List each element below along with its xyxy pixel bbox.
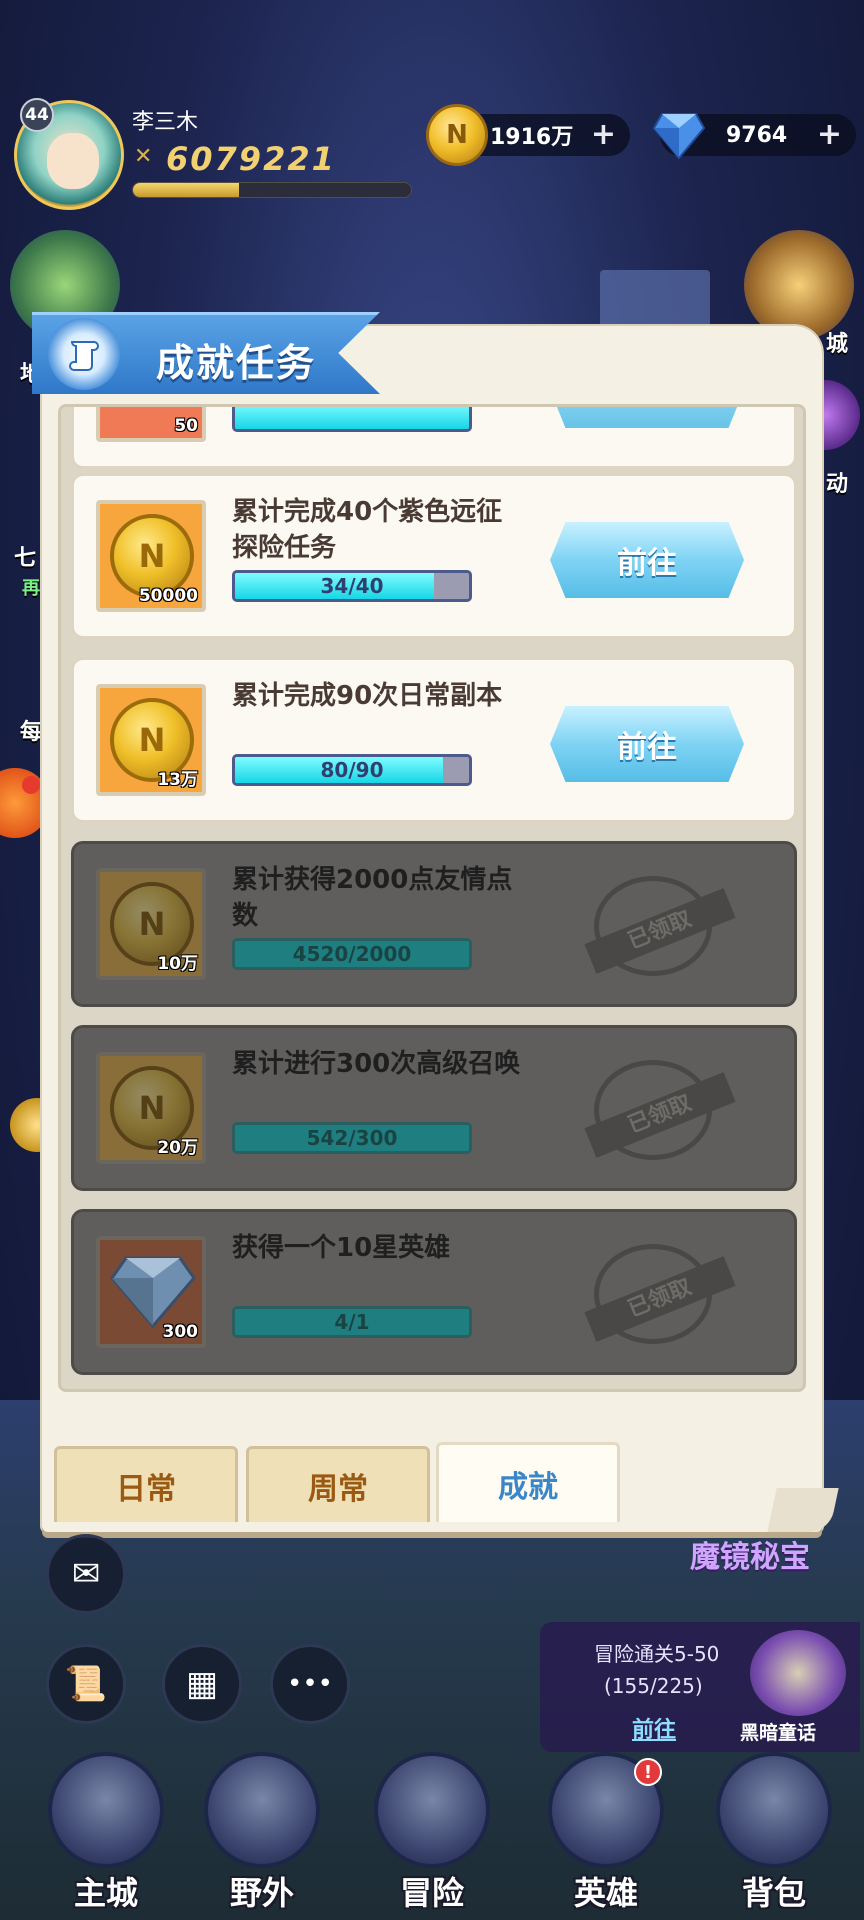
reward-quantity: 50 bbox=[174, 416, 198, 436]
task-description: 累计进行300次高级召唤 bbox=[232, 1049, 521, 1079]
avatar-face bbox=[47, 133, 99, 189]
gem-amount: 9764 bbox=[726, 122, 788, 148]
side-label-left-1: 七 bbox=[14, 546, 37, 571]
progress-fill bbox=[235, 407, 469, 429]
task-row-partial: 50 bbox=[71, 407, 797, 469]
nav-main-city[interactable]: 主城 bbox=[36, 1752, 176, 1920]
task-row-claimed: N 10万 累计获得2000点友情点数 4520/2000 已领取 bbox=[71, 841, 797, 1007]
player-name: 李三木 bbox=[132, 110, 199, 135]
add-coins-button[interactable]: + bbox=[591, 117, 616, 152]
task-progress-bar: 4/1 bbox=[232, 1306, 472, 1338]
tab-weekly[interactable]: 周常 bbox=[246, 1446, 430, 1522]
reward-quantity: 13万 bbox=[157, 770, 198, 790]
nav-wild[interactable]: 野外 bbox=[192, 1752, 332, 1920]
claimed-stamp: 已领取 bbox=[584, 1244, 736, 1344]
gold-coin-icon: N bbox=[426, 104, 488, 166]
bottom-navigation: 主城 野外 冒险 ! 英雄 背包 bbox=[0, 1752, 864, 1920]
progress-text: 4520/2000 bbox=[292, 942, 412, 966]
task-description: 获得一个10星英雄 bbox=[232, 1233, 451, 1263]
more-button[interactable]: ••• bbox=[270, 1644, 350, 1724]
claimed-stamp-text: 已领取 bbox=[584, 1256, 736, 1342]
quest-book-label: 黑暗童话 bbox=[740, 1722, 817, 1744]
quest-title: 冒险通关5-50 bbox=[594, 1642, 720, 1666]
go-button[interactable]: 前往 bbox=[550, 706, 744, 782]
quest-tracker[interactable]: 冒险通关5-50 (155/225) 前往 黑暗童话 bbox=[540, 1622, 860, 1752]
crossed-swords-icon: ✕ bbox=[134, 144, 153, 169]
scroll-icon bbox=[48, 318, 120, 390]
gift-box-button[interactable]: ▦ bbox=[162, 1644, 242, 1724]
reward-icon: N 50000 bbox=[96, 500, 206, 612]
reward-icon: 300 bbox=[96, 1236, 206, 1348]
quest-scroll-button[interactable]: 📜 bbox=[46, 1644, 126, 1724]
achievement-list[interactable]: 50 N 50000 累计完成40个紫色远征探险任务 34/40 前往 N 13… bbox=[58, 404, 806, 1392]
mail-button[interactable]: ✉ bbox=[46, 1534, 126, 1614]
nav-label: 野外 bbox=[229, 1874, 294, 1912]
task-progress-bar: 34/40 bbox=[232, 570, 472, 602]
progress-bar-partial bbox=[232, 407, 472, 432]
nav-label: 英雄 bbox=[573, 1874, 638, 1912]
task-row: N 50000 累计完成40个紫色远征探险任务 34/40 前往 bbox=[71, 473, 797, 639]
quest-go-link[interactable]: 前往 bbox=[632, 1712, 676, 1744]
dark-fairytale-book-icon[interactable] bbox=[750, 1630, 846, 1716]
panel-title: 成就任务 bbox=[156, 341, 317, 385]
reward-quantity: 20万 bbox=[157, 1138, 198, 1158]
nav-backpack[interactable]: 背包 bbox=[704, 1752, 844, 1920]
claimed-stamp: 已领取 bbox=[584, 1060, 736, 1160]
notification-dot bbox=[22, 776, 40, 794]
experience-bar-fill bbox=[133, 183, 239, 197]
task-row: N 13万 累计完成90次日常副本 80/90 前往 bbox=[71, 657, 797, 823]
task-description: 累计完成90次日常副本 bbox=[232, 681, 503, 711]
progress-text: 4/1 bbox=[334, 1310, 370, 1334]
reward-quantity: 300 bbox=[162, 1322, 199, 1342]
task-row-claimed: 300 获得一个10星英雄 4/1 已领取 bbox=[71, 1209, 797, 1375]
go-button-partial[interactable] bbox=[550, 407, 744, 428]
progress-text: 80/90 bbox=[320, 758, 384, 782]
experience-bar bbox=[132, 182, 412, 198]
reward-icon: N 10万 bbox=[96, 868, 206, 980]
task-progress-bar: 80/90 bbox=[232, 754, 472, 786]
reward-icon: N 13万 bbox=[96, 684, 206, 796]
task-description: 累计获得2000点友情点数 bbox=[232, 865, 513, 931]
shop-chest-icon[interactable] bbox=[744, 230, 854, 340]
side-label-shop: 城 bbox=[826, 332, 849, 357]
go-button[interactable]: 前往 bbox=[550, 522, 744, 598]
nav-label: 背包 bbox=[741, 1874, 806, 1912]
progress-text: 34/40 bbox=[320, 574, 384, 598]
task-row-claimed: N 20万 累计进行300次高级召唤 542/300 已领取 bbox=[71, 1025, 797, 1191]
player-level-badge: 44 bbox=[20, 98, 54, 132]
side-label-left-2: 再 bbox=[22, 578, 40, 599]
nav-label: 冒险 bbox=[399, 1874, 464, 1912]
claimed-stamp-text: 已领取 bbox=[584, 888, 736, 974]
task-progress-bar: 542/300 bbox=[232, 1122, 472, 1154]
diamond-icon bbox=[652, 113, 706, 160]
side-label-left-3: 每 bbox=[20, 720, 43, 745]
reward-quantity: 50000 bbox=[138, 586, 198, 606]
quest-progress: (155/225) bbox=[604, 1674, 703, 1698]
tab-daily[interactable]: 日常 bbox=[54, 1446, 238, 1522]
nav-label: 主城 bbox=[73, 1874, 138, 1912]
claimed-stamp: 已领取 bbox=[584, 876, 736, 976]
tab-achievement[interactable]: 成就 bbox=[436, 1442, 620, 1522]
task-progress-bar: 4520/2000 bbox=[232, 938, 472, 970]
mirror-treasure-banner[interactable]: 魔镜秘宝 bbox=[690, 1532, 810, 1576]
reward-icon: N 20万 bbox=[96, 1052, 206, 1164]
task-description: 累计完成40个紫色远征探险任务 bbox=[232, 497, 503, 563]
reward-icon-partial: 50 bbox=[96, 407, 206, 442]
combat-power-value: 6079221 bbox=[166, 140, 336, 178]
add-gems-button[interactable]: + bbox=[817, 117, 842, 152]
background-building bbox=[600, 270, 710, 330]
alert-badge: ! bbox=[634, 1758, 662, 1786]
shield-icon bbox=[374, 1752, 490, 1868]
backpack-icon bbox=[716, 1752, 832, 1868]
castle-icon bbox=[48, 1752, 164, 1868]
side-label-activity: 动 bbox=[826, 472, 849, 497]
reward-quantity: 10万 bbox=[157, 954, 198, 974]
map-scroll-icon bbox=[204, 1752, 320, 1868]
nav-adventure[interactable]: 冒险 bbox=[362, 1752, 502, 1920]
nav-heroes[interactable]: ! 英雄 bbox=[536, 1752, 676, 1920]
claimed-stamp-text: 已领取 bbox=[584, 1072, 736, 1158]
coin-amount: 1916万 bbox=[490, 125, 574, 150]
diamond-icon bbox=[110, 1256, 196, 1328]
progress-text: 542/300 bbox=[306, 1126, 398, 1150]
